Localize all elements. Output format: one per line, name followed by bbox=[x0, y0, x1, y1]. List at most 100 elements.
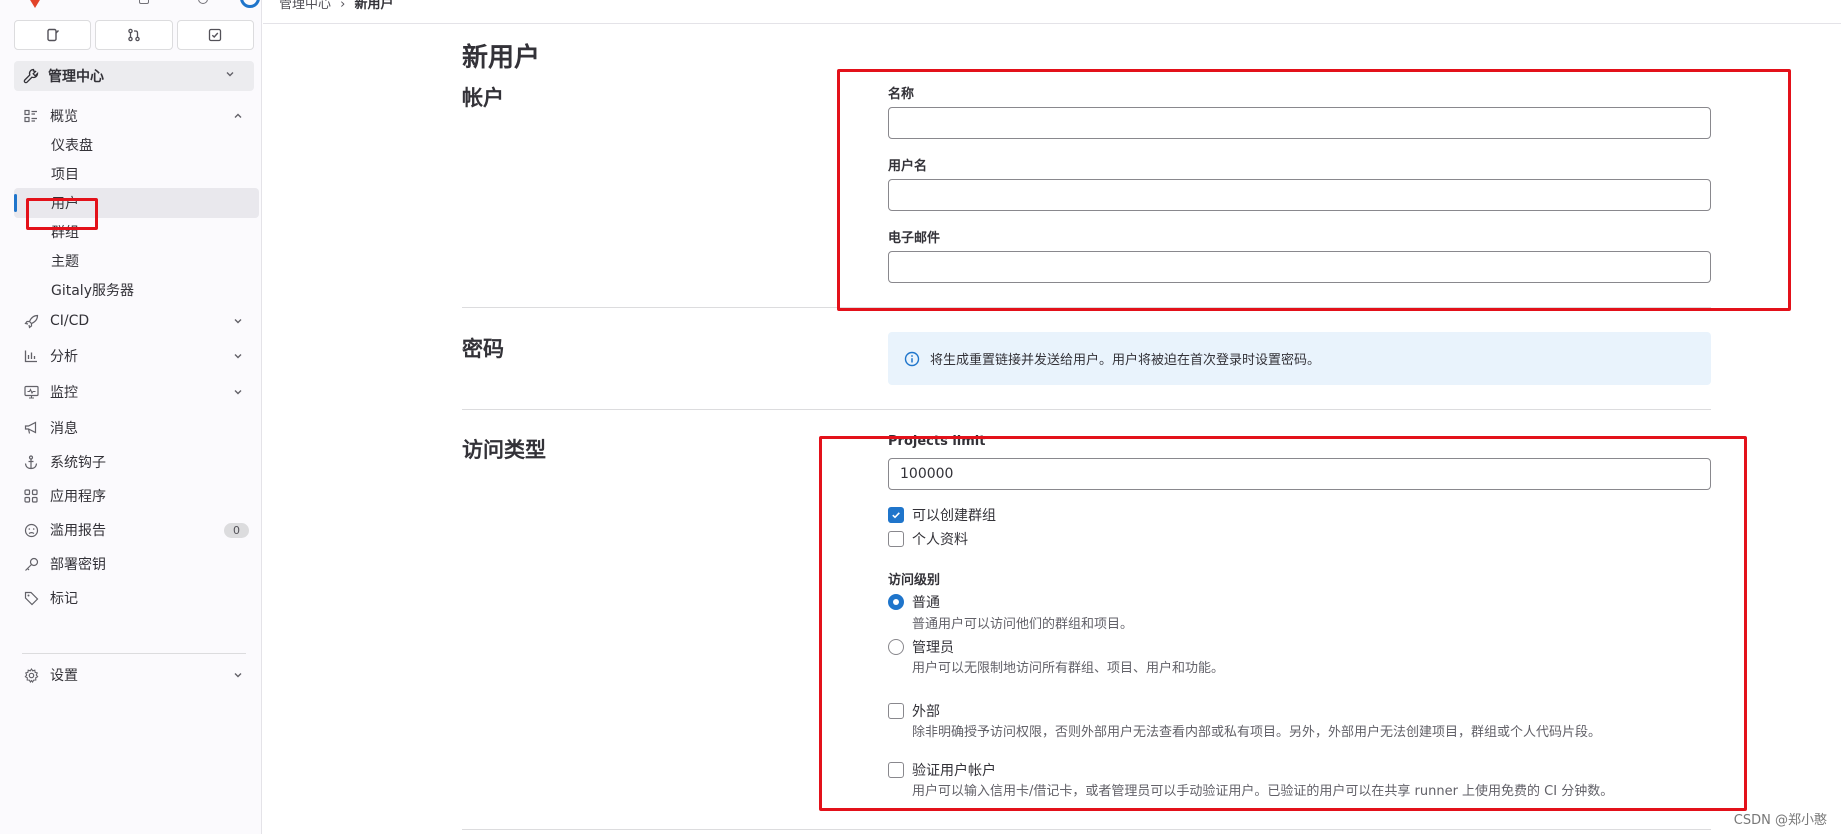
sidebar-item-label: 部署密钥 bbox=[50, 557, 106, 573]
validate-help-text: 用户可以输入信用卡/借记卡，或者管理员可以手动验证用户。已验证的用户可以在共享 … bbox=[912, 784, 1614, 799]
external-help-text: 除非明确授予访问权限，否则外部用户无法查看内部或私有项目。另外，外部用户无法创建… bbox=[912, 725, 1602, 740]
password-info-alert: 将生成重置链接并发送给用户。用户将被迫在首次登录时设置密码。 bbox=[888, 332, 1711, 385]
sidebar-item-abuse-reports[interactable]: 滥用报告 0 bbox=[14, 515, 259, 545]
chevron-down-icon bbox=[224, 68, 236, 84]
bullhorn-icon bbox=[22, 419, 40, 437]
key-icon bbox=[22, 555, 40, 573]
sidebar-item-label: 滥用报告 bbox=[50, 523, 106, 539]
chevron-down-icon bbox=[229, 315, 247, 327]
sidebar-item-overview[interactable]: 概览 bbox=[14, 101, 259, 131]
access-level-label: 访问级别 bbox=[888, 573, 941, 588]
sidebar-item-cicd[interactable]: CI/CD bbox=[14, 306, 259, 336]
external-checkbox[interactable] bbox=[888, 703, 904, 719]
chevron-down-icon bbox=[229, 350, 247, 362]
anchor-icon bbox=[22, 453, 40, 471]
regular-help-text: 普通用户可以访问他们的群组和项目。 bbox=[912, 617, 1134, 632]
name-input[interactable] bbox=[888, 107, 1711, 139]
breadcrumb-parent[interactable]: 管理中心 bbox=[279, 0, 331, 12]
issues-icon bbox=[46, 28, 59, 42]
admin-wrench-icon bbox=[22, 68, 40, 84]
plus-icon[interactable] bbox=[168, 0, 178, 4]
chart-icon bbox=[22, 347, 40, 365]
search-icon[interactable] bbox=[198, 0, 208, 4]
gitlab-logo-icon[interactable] bbox=[24, 0, 46, 8]
sidebar-subitem-label: 主题 bbox=[51, 254, 79, 270]
private-profile-checkbox[interactable] bbox=[888, 531, 904, 547]
sidebar-item-monitoring[interactable]: 监控 bbox=[14, 377, 259, 407]
sidebar-subitem-label: 群组 bbox=[51, 225, 79, 241]
watermark: CSDN @郑小憨 bbox=[1733, 813, 1827, 828]
user-avatar[interactable] bbox=[240, 0, 260, 8]
sidebar-item-label: 分析 bbox=[50, 349, 78, 365]
slight-frown-icon bbox=[22, 521, 40, 539]
name-label: 名称 bbox=[888, 87, 915, 102]
sidebar-item-applications[interactable]: 应用程序 bbox=[14, 481, 259, 511]
can-create-group-label: 可以创建群组 bbox=[912, 508, 996, 524]
external-option[interactable]: 外部 bbox=[888, 701, 940, 721]
sidebar-subitem-dashboard[interactable]: 仪表盘 bbox=[14, 130, 259, 160]
projects-limit-label: Projects limit bbox=[888, 434, 986, 449]
sidebar-item-label: 标记 bbox=[50, 591, 78, 607]
context-label: 管理中心 bbox=[48, 69, 104, 85]
email-input[interactable] bbox=[888, 251, 1711, 283]
account-section-title: 帐户 bbox=[462, 86, 504, 110]
sidebar-subitem-label: 仪表盘 bbox=[51, 138, 93, 154]
external-label: 外部 bbox=[912, 704, 940, 720]
top-bar: 管理中心 › 新用户 bbox=[263, 0, 1841, 24]
todos-button[interactable] bbox=[176, 20, 254, 50]
password-info-text: 将生成重置链接并发送给用户。用户将被迫在首次登录时设置密码。 bbox=[930, 353, 1321, 368]
username-label: 用户名 bbox=[888, 159, 928, 174]
rocket-icon bbox=[22, 312, 40, 330]
sidebar-item-label: CI/CD bbox=[50, 313, 90, 329]
sidebar-item-label: 监控 bbox=[50, 385, 78, 401]
issues-button[interactable] bbox=[14, 20, 92, 50]
can-create-group-option[interactable]: 可以创建群组 bbox=[888, 505, 996, 525]
sidebar-subitem-groups[interactable]: 群组 bbox=[14, 217, 259, 247]
regular-label: 普通 bbox=[912, 595, 940, 611]
count-badge: 0 bbox=[224, 522, 249, 538]
admin-help-text: 用户可以无限制地访问所有群组、项目、用户和功能。 bbox=[912, 661, 1225, 676]
breadcrumb-current: 新用户 bbox=[354, 0, 394, 12]
sidebar-item-label: 设置 bbox=[50, 668, 78, 684]
validate-account-checkbox[interactable] bbox=[888, 762, 904, 778]
validate-account-label: 验证用户帐户 bbox=[912, 763, 996, 779]
private-profile-option[interactable]: 个人资料 bbox=[888, 529, 968, 549]
sidebar-subitem-topics[interactable]: 主题 bbox=[14, 246, 259, 276]
sidebar-item-label: 系统钩子 bbox=[50, 455, 106, 471]
regular-radio[interactable] bbox=[888, 594, 904, 610]
section-divider bbox=[462, 307, 1711, 308]
new-item-icon[interactable] bbox=[139, 0, 149, 4]
sidebar-subitem-gitaly-servers[interactable]: Gitaly服务器 bbox=[14, 275, 259, 305]
username-input[interactable] bbox=[888, 179, 1711, 211]
sidebar-item-label: 消息 bbox=[50, 421, 78, 437]
private-profile-label: 个人资料 bbox=[912, 532, 968, 548]
projects-limit-input[interactable] bbox=[888, 458, 1711, 490]
sidebar-subitem-users[interactable]: 用户 bbox=[14, 188, 259, 218]
sidebar-header bbox=[14, 0, 260, 14]
context-switcher[interactable]: 管理中心 bbox=[14, 61, 254, 91]
access-level-regular-option[interactable]: 普通 bbox=[888, 592, 940, 612]
sidebar-item-messages[interactable]: 消息 bbox=[14, 413, 259, 443]
merge-requests-button[interactable] bbox=[95, 20, 173, 50]
section-divider bbox=[462, 409, 1711, 410]
sidebar-item-settings[interactable]: 设置 bbox=[14, 660, 259, 690]
sidebar-subitem-projects[interactable]: 项目 bbox=[14, 159, 259, 189]
check-icon bbox=[892, 512, 900, 519]
info-icon bbox=[904, 351, 920, 367]
sidebar-item-deploy-keys[interactable]: 部署密钥 bbox=[14, 549, 259, 579]
access-level-admin-option[interactable]: 管理员 bbox=[888, 637, 954, 657]
can-create-group-checkbox[interactable] bbox=[888, 507, 904, 523]
sidebar-item-analytics[interactable]: 分析 bbox=[14, 341, 259, 371]
validate-account-option[interactable]: 验证用户帐户 bbox=[888, 760, 996, 780]
section-divider bbox=[462, 829, 1711, 830]
admin-label: 管理员 bbox=[912, 640, 954, 656]
sidebar-item-label: 应用程序 bbox=[50, 489, 106, 505]
sidebar-item-system-hooks[interactable]: 系统钩子 bbox=[14, 447, 259, 477]
page-title: 新用户 bbox=[462, 43, 541, 73]
sidebar-subitem-label: 项目 bbox=[51, 167, 79, 183]
sidebar-top-tabs bbox=[14, 20, 254, 50]
sidebar-item-labels[interactable]: 标记 bbox=[14, 583, 259, 613]
admin-radio[interactable] bbox=[888, 639, 904, 655]
password-section-title: 密码 bbox=[462, 337, 504, 361]
sidebar-item-label: 概览 bbox=[50, 109, 78, 125]
